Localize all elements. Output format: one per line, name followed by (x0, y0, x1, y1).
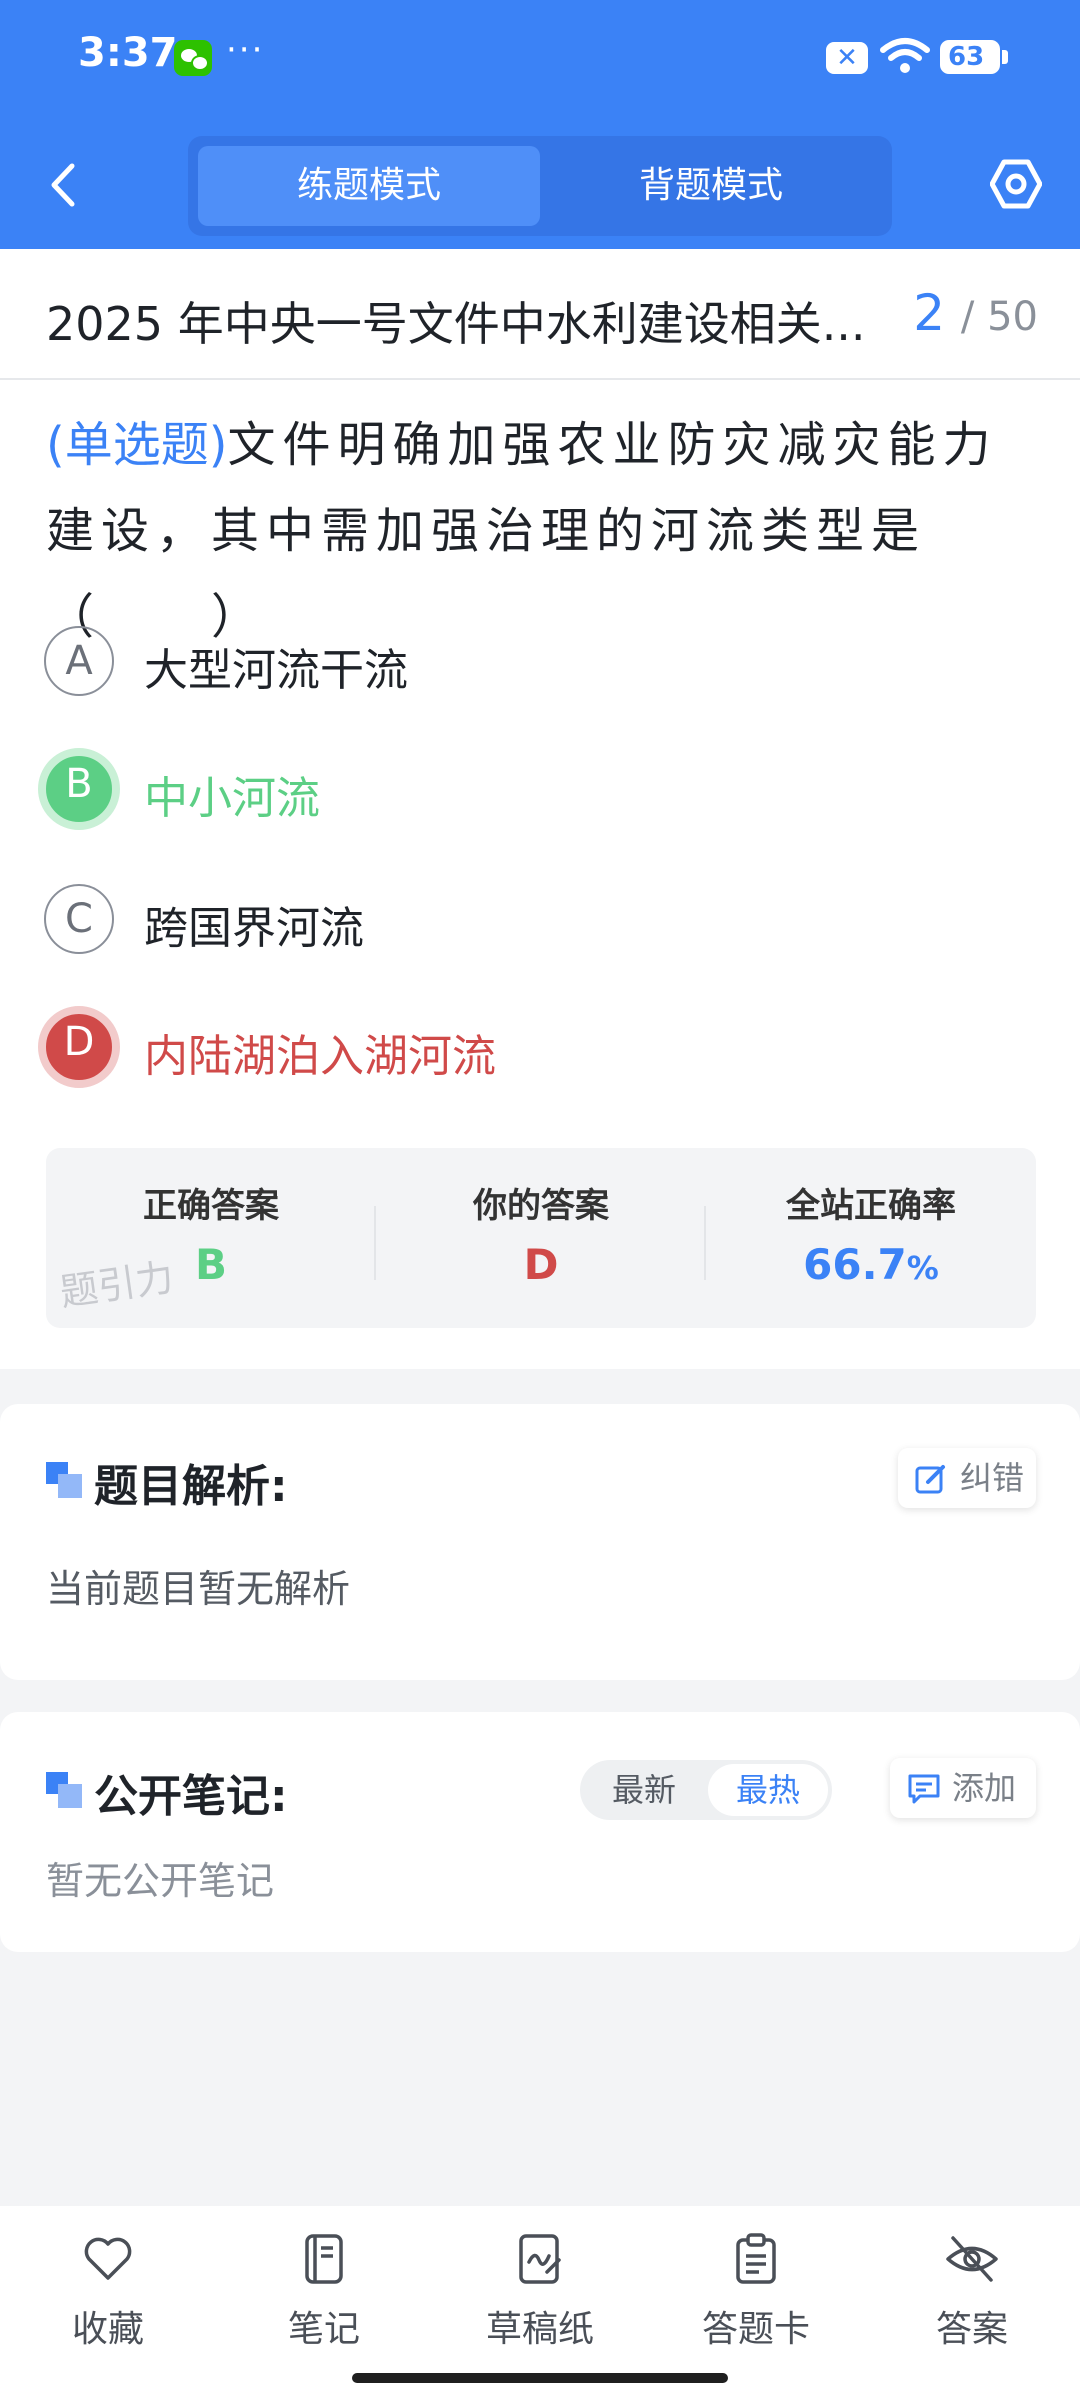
battery-icon: 63 (940, 40, 1008, 74)
bottom-toolbar: 收藏 笔记 草稿纸 答题卡 答案 (0, 2206, 1080, 2400)
option-letter: C (44, 884, 114, 954)
home-indicator[interactable] (352, 2373, 728, 2383)
report-error-label: 纠错 (960, 1459, 1025, 1497)
option-letter: D (38, 1006, 120, 1088)
add-note-button[interactable]: 添加 (890, 1758, 1036, 1818)
notebook-icon (305, 2234, 343, 2284)
answer-sheet-button[interactable]: 答题卡 (648, 2206, 864, 2376)
analysis-title: 题目解析: (94, 1461, 288, 1512)
favorite-button[interactable]: 收藏 (0, 2206, 216, 2376)
notes-sort-toggle: 最新 最热 (580, 1760, 832, 1820)
add-note-label: 添加 (952, 1769, 1017, 1807)
close-box-icon: ✕ (826, 42, 868, 74)
option-text: 跨国界河流 (144, 903, 364, 954)
correct-rate-number: 66.7 (803, 1240, 907, 1289)
question-type: (单选题) (46, 417, 228, 473)
report-error-button[interactable]: 纠错 (898, 1448, 1036, 1508)
notes-body: 暂无公开笔记 (46, 1859, 275, 1903)
wifi-icon (880, 38, 930, 73)
scratchpad-label: 草稿纸 (485, 2309, 594, 2350)
wechat-icon (174, 40, 212, 76)
correct-rate-value: 66.7% (706, 1240, 1036, 1289)
status-time: 3:37 (78, 30, 178, 76)
question-stem: (单选题)文件明确加强农业防灾减灾能力建设，其中需加强治理的河流类型是（ ） (46, 402, 1040, 660)
question-title: 2025 年中央一号文件中水利建设相关... (46, 297, 866, 351)
option-letter: B (38, 748, 120, 830)
heart-icon (84, 2237, 132, 2280)
eye-off-icon (946, 2236, 998, 2282)
comment-icon (908, 1774, 940, 1804)
option-text: 内陆湖泊入湖河流 (144, 1031, 496, 1082)
analysis-card (0, 1404, 1080, 1680)
your-answer-column: 你的答案 D (376, 1148, 706, 1328)
divider (0, 378, 1080, 380)
analysis-body: 当前题目暂无解析 (46, 1567, 351, 1611)
your-answer-value: D (523, 1240, 559, 1289)
correct-rate-column: 全站正确率 66.7% (706, 1148, 1036, 1328)
draft-paper-icon (519, 2234, 561, 2284)
mode-switch: 练题模式 背题模式 (188, 136, 892, 236)
option-text: 大型河流干流 (144, 645, 408, 696)
notes-button[interactable]: 笔记 (216, 2206, 432, 2376)
show-answer-button[interactable]: 答案 (864, 2206, 1080, 2376)
show-answer-label: 答案 (935, 2309, 1008, 2350)
clipboard-icon (736, 2233, 776, 2284)
answer-summary: 正确答案 B 你的答案 D 全站正确率 66.7% (46, 1148, 1036, 1328)
back-arrow-icon[interactable] (46, 160, 80, 210)
tab-review-mode[interactable]: 背题模式 (540, 146, 882, 226)
scratchpad-button[interactable]: 草稿纸 (432, 2206, 648, 2376)
status-bar: 3:37 ··· ✕ 63 (0, 0, 1080, 120)
favorite-label: 收藏 (71, 2309, 144, 2350)
correct-rate-unit: % (906, 1249, 939, 1287)
option-text: 中小河流 (144, 773, 320, 824)
question-progress: 2 / 50 (913, 284, 1038, 342)
notes-card (0, 1712, 1080, 1952)
section-icon (46, 1462, 82, 1498)
edit-icon (915, 1465, 945, 1494)
more-notifications-icon: ··· (226, 30, 265, 70)
section-icon (46, 1772, 82, 1808)
sort-hottest[interactable]: 最热 (708, 1764, 828, 1816)
your-answer-label: 你的答案 (473, 1186, 609, 1226)
option-letter: A (44, 626, 114, 696)
header: 3:37 ··· ✕ 63 练题模式 背题模式 (0, 0, 1080, 249)
settings-hexagon-icon[interactable] (990, 158, 1042, 210)
current-question-number: 2 (913, 284, 945, 342)
notes-label: 笔记 (287, 2309, 360, 2350)
sort-newest[interactable]: 最新 (584, 1764, 704, 1816)
notes-title: 公开笔记: (94, 1771, 288, 1822)
tab-practice-mode[interactable]: 练题模式 (198, 146, 540, 226)
total-question-count: / 50 (960, 294, 1038, 340)
correct-answer-label: 正确答案 (143, 1186, 279, 1226)
correct-rate-label: 全站正确率 (786, 1186, 956, 1226)
answer-sheet-label: 答题卡 (701, 2309, 810, 2350)
